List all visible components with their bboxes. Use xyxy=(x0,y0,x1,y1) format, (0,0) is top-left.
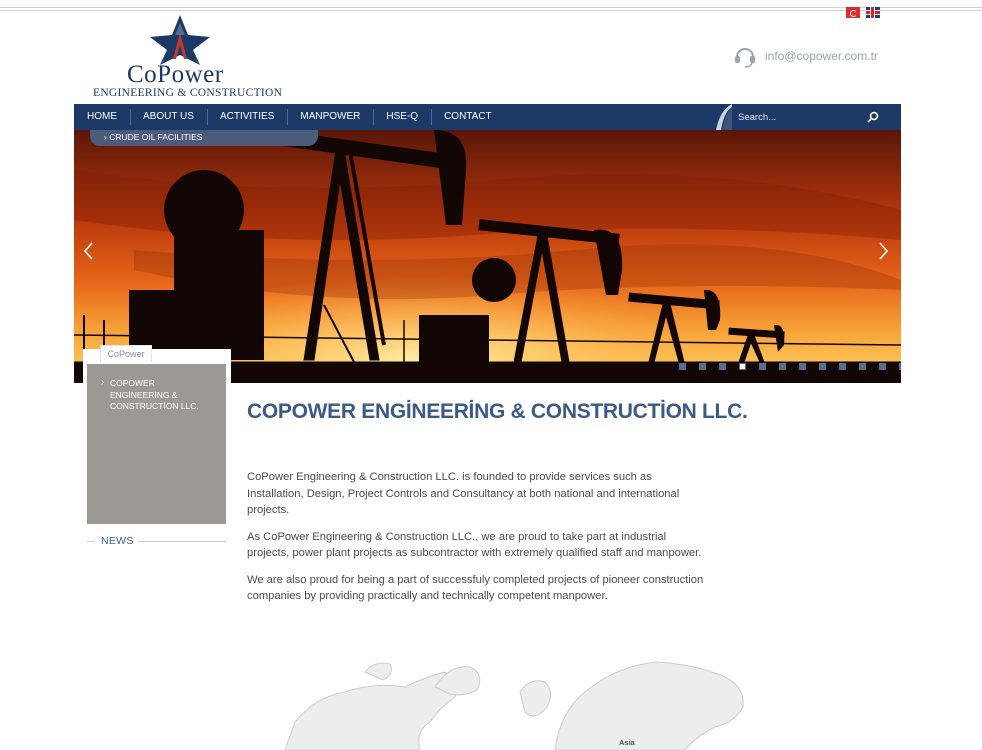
nav-item-hse-q[interactable]: HSE-Q xyxy=(373,104,431,130)
slider-dot[interactable] xyxy=(679,363,686,370)
hero-slider xyxy=(74,130,901,383)
slider-dot[interactable] xyxy=(759,363,766,370)
main-navbar: HOME ABOUT US ACTIVITIES MANPOWER HSE-Q … xyxy=(74,104,901,130)
sidebar-link-company[interactable]: COPOWER ENGİNEERİNG & CONSTRUCTİON LLC. xyxy=(101,377,216,413)
nav-menu: HOME ABOUT US ACTIVITIES MANPOWER HSE-Q … xyxy=(74,104,505,130)
slider-dot[interactable] xyxy=(879,363,886,370)
page-title: COPOWER ENGİNEERİNG & CONSTRUCTİON LLC. xyxy=(247,400,748,423)
nav-item-about-us[interactable]: ABOUT US xyxy=(130,104,207,130)
nav-item-activities[interactable]: ACTIVITIES xyxy=(206,104,287,130)
map-label-asia: Asia xyxy=(619,738,636,747)
logo[interactable]: CoPower ENGINEERING & CONSTRUCTION xyxy=(93,15,282,100)
sidebar-tab[interactable]: CoPower xyxy=(100,345,152,362)
tr-flag-icon[interactable] xyxy=(846,7,860,18)
intro-paragraph: CoPower Engineering & Construction LLC. … xyxy=(247,471,680,516)
nav-item-manpower[interactable]: MANPOWER xyxy=(287,104,373,130)
en-flag-icon[interactable] xyxy=(866,7,880,18)
divider xyxy=(138,541,226,542)
logo-tagline: ENGINEERING & CONSTRUCTION xyxy=(93,87,283,99)
slider-dot[interactable] xyxy=(899,363,901,370)
language-switcher xyxy=(846,7,880,18)
search-icon[interactable] xyxy=(866,110,880,124)
contact-email-link[interactable]: info@copower.com.tr xyxy=(765,49,878,63)
slide-caption-tab[interactable]: › CRUDE OIL FACILITIES xyxy=(90,130,318,146)
contact-info: info@copower.com.tr xyxy=(733,44,878,68)
slider-pagination xyxy=(679,363,901,370)
body-paragraph: As CoPower Engineering & Construction LL… xyxy=(247,530,702,560)
body-paragraph: We are also proud for being a part of su… xyxy=(247,573,704,603)
slider-prev-arrow-icon[interactable] xyxy=(82,240,96,262)
slider-next-arrow-icon[interactable] xyxy=(876,240,890,262)
slider-dot-active[interactable] xyxy=(739,363,746,370)
top-rule xyxy=(0,7,982,11)
slider-dot[interactable] xyxy=(719,363,726,370)
nav-item-contact[interactable]: CONTACT xyxy=(431,104,505,130)
world-map-image: Asia xyxy=(284,661,744,750)
slider-dot[interactable] xyxy=(779,363,786,370)
nav-item-home[interactable]: HOME xyxy=(74,104,130,130)
slider-dot[interactable] xyxy=(799,363,806,370)
slider-dot[interactable] xyxy=(819,363,826,370)
nav-swoosh-decoration xyxy=(716,104,732,130)
slider-dot[interactable] xyxy=(839,363,846,370)
main-content: CoPower Engineering & Construction LLC. … xyxy=(247,469,707,615)
oil-pumps-image xyxy=(74,130,901,383)
logo-name: CoPower xyxy=(127,61,224,88)
slider-dot[interactable] xyxy=(699,363,706,370)
search-input[interactable] xyxy=(738,109,858,125)
slider-dot[interactable] xyxy=(859,363,866,370)
news-link[interactable]: NEWS xyxy=(101,535,134,547)
divider xyxy=(87,541,95,542)
slide-caption: CRUDE OIL FACILITIES xyxy=(109,132,203,142)
headset-icon xyxy=(735,48,755,68)
